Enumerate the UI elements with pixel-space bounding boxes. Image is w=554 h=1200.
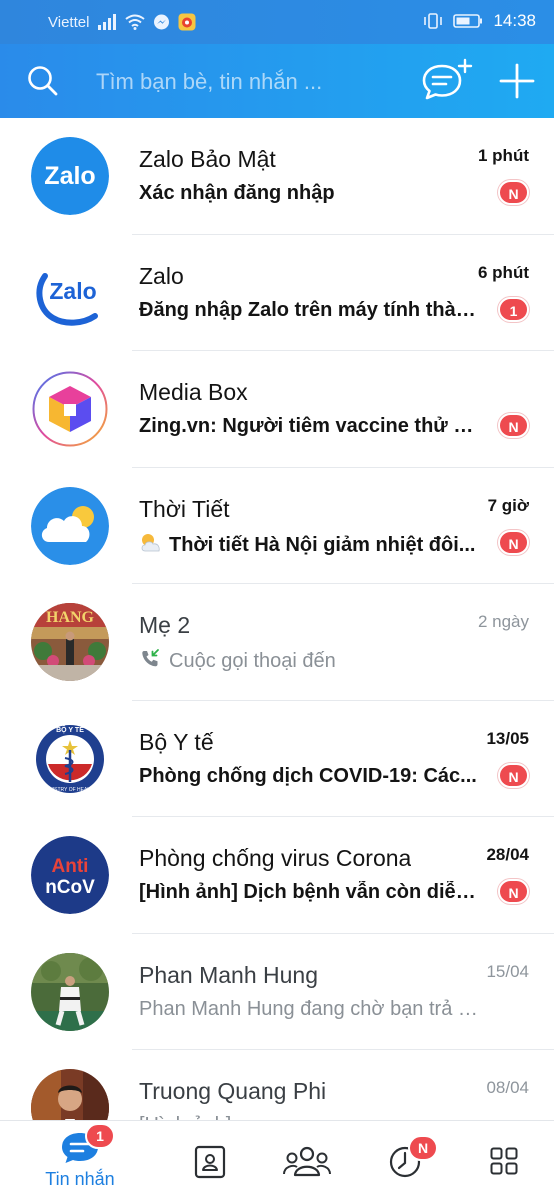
conversation-item[interactable]: Media Box Zing.vn: Người tiêm vaccine th…: [0, 351, 554, 468]
conversation-name: Mẹ 2: [139, 612, 191, 638]
zalo-avatar: Zalo: [31, 253, 109, 332]
avatar-logo-text: Zalo: [44, 162, 95, 190]
conversation-time: 13/05: [486, 728, 529, 748]
conversation-item[interactable]: HANG Mẹ 2 2 ngày Cuộc gọi thoại đến: [0, 584, 554, 701]
conversation-preview: Đăng nhập Zalo trên máy tính thàn...: [139, 298, 479, 321]
media-box-avatar: [31, 370, 109, 448]
conversation-item[interactable]: Truong Quang Phi 08/04 [Hình ảnh]: [0, 1050, 554, 1122]
ministry-of-health-avatar: BỘ Y TẾ MINISTRY OF HEALTH: [31, 719, 109, 798]
conversation-name: Zalo Bảo Mật: [139, 146, 276, 172]
conversation-item[interactable]: BỘ Y TẾ MINISTRY OF HEALTH Bộ Y tế 13/05…: [0, 701, 554, 817]
conversation-time: 7 giờ: [487, 495, 529, 515]
conversation-preview-row: Thời tiết Hà Nội giảm nhiệt đôi...: [139, 532, 479, 557]
conversation-preview: Cuộc gọi thoại đến: [169, 650, 336, 672]
tab-contacts[interactable]: [180, 1121, 240, 1200]
conversation-time: 2 ngày: [477, 612, 529, 631]
conversation-name: Thời Tiết: [139, 495, 230, 522]
conversation-time: 28/04: [486, 845, 529, 864]
tab-groups[interactable]: [276, 1121, 338, 1200]
tab-messages[interactable]: 1 Tin nhắn: [28, 1121, 132, 1200]
logo-bottom-text: MINISTRY OF HEALTH: [44, 787, 97, 793]
user-avatar-photo: HANG: [31, 603, 109, 681]
carrier-name: Viettel: [48, 13, 90, 31]
conversation-name: Media Box: [139, 379, 248, 405]
app-notification-icon: [178, 13, 196, 31]
incoming-call-icon: [142, 649, 159, 667]
conversation-name: Truong Quang Phi: [139, 1078, 327, 1104]
timeline-badge: N: [408, 1135, 438, 1161]
unread-badge: N: [498, 529, 529, 555]
apps-grid-icon: [490, 1147, 518, 1175]
wifi-icon: [125, 14, 146, 30]
unread-badge: N: [498, 413, 529, 438]
conversation-list: Zalo Zalo Bảo Mật 1 phút Xác nhận đăng n…: [0, 118, 554, 1122]
conversation-preview: Phan Manh Hung đang chờ bạn trả lời...: [139, 997, 479, 1020]
tab-messages-label: Tin nhắn: [45, 1169, 115, 1189]
user-avatar-photo: [31, 952, 109, 1031]
weather-avatar: [31, 486, 109, 565]
photo-banner-text: HANG: [46, 609, 95, 626]
unread-badge: N: [498, 180, 529, 205]
messenger-icon: [154, 14, 170, 29]
vibrate-icon: [424, 13, 443, 29]
clock: 14:38: [493, 11, 536, 30]
conversation-preview: Xác nhận đăng nhập: [139, 182, 335, 204]
avatar-logo-line2: nCoV: [45, 877, 95, 898]
contacts-book-icon: [194, 1145, 226, 1179]
status-bar: Viettel 14:38: [0, 0, 554, 44]
conversation-name: Bộ Y tế: [139, 728, 214, 755]
avatar-logo-line1: Anti: [52, 856, 89, 877]
conversation-preview: Zing.vn: Người tiêm vaccine thử n...: [139, 415, 479, 437]
conversation-name: Phan Manh Hung: [139, 961, 319, 988]
top-app-bar: [0, 44, 554, 118]
conversation-preview: Phòng chống dịch COVID-19: Các...: [139, 764, 477, 787]
anti-ncov-avatar: Anti nCoV: [31, 836, 109, 914]
messages-badge: 1: [85, 1123, 115, 1149]
unread-badge: N: [498, 879, 529, 904]
unread-badge: N: [498, 762, 529, 788]
bottom-navigation: 1 Tin nhắn N: [0, 1120, 554, 1200]
conversation-preview: [Hình ảnh] Dịch bệnh vẫn còn diễn...: [139, 881, 479, 903]
unread-badge: 1: [498, 296, 529, 322]
new-message-icon[interactable]: [420, 58, 474, 104]
add-icon[interactable]: [498, 62, 536, 100]
sun-behind-cloud-icon: [141, 533, 160, 551]
tab-more[interactable]: [480, 1121, 534, 1200]
search-icon[interactable]: [26, 64, 60, 98]
conversation-item[interactable]: Zalo Zalo 6 phút Đăng nhập Zalo trên máy…: [0, 235, 554, 351]
conversation-time: 08/04: [486, 1078, 529, 1097]
avatar-logo-text: Zalo: [49, 278, 96, 304]
tab-timeline[interactable]: N: [380, 1121, 440, 1200]
signal-icon: [98, 14, 117, 30]
conversation-name: Zalo: [139, 262, 184, 289]
group-users-icon: [283, 1146, 331, 1177]
conversation-preview-row: Cuộc gọi thoại đến: [139, 648, 479, 673]
conversation-item[interactable]: Zalo Zalo Bảo Mật 1 phút Xác nhận đăng n…: [0, 118, 554, 235]
battery-icon: [453, 14, 483, 28]
conversation-time: 6 phút: [478, 262, 529, 282]
conversation-time: 15/04: [486, 961, 529, 981]
conversation-name: Phòng chống virus Corona: [139, 845, 412, 871]
user-avatar-photo: [31, 1069, 109, 1122]
conversation-item[interactable]: Thời Tiết 7 giờ Thời tiết Hà Nội giảm nh…: [0, 468, 554, 584]
search-input[interactable]: [96, 66, 396, 98]
conversation-time: 1 phút: [478, 146, 529, 165]
zalo-security-avatar: Zalo: [31, 137, 109, 215]
conversation-preview: Thời tiết Hà Nội giảm nhiệt đôi...: [169, 533, 476, 556]
conversation-item[interactable]: Phan Manh Hung 15/04 Phan Manh Hung đang…: [0, 934, 554, 1050]
conversation-item[interactable]: Anti nCoV Phòng chống virus Corona 28/04…: [0, 817, 554, 934]
